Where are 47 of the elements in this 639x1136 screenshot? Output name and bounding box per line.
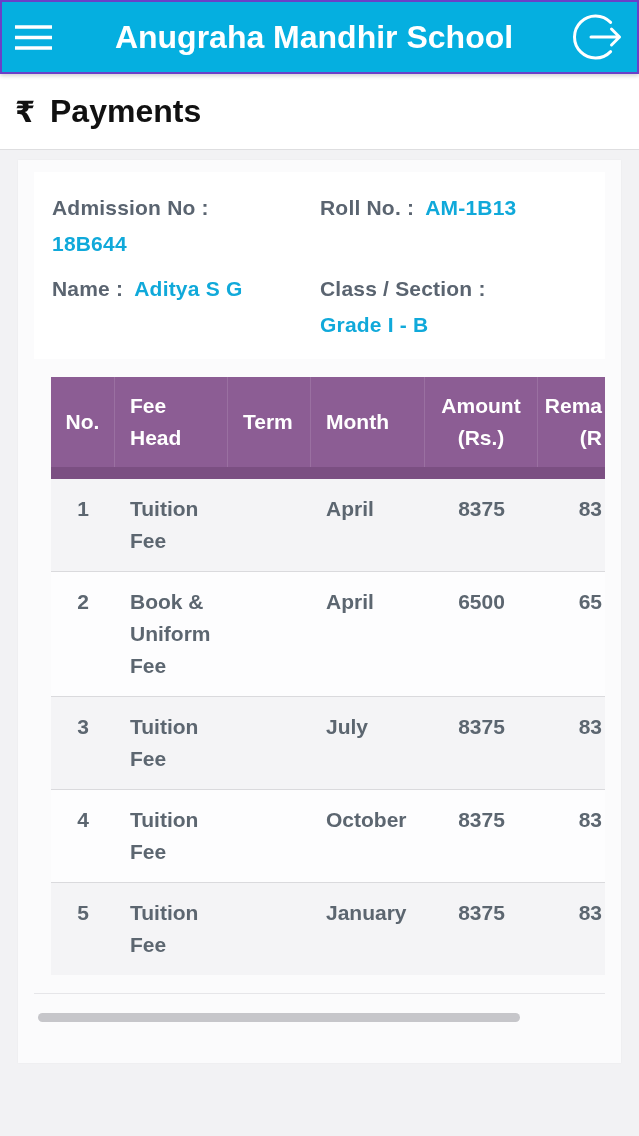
column-header: No. xyxy=(51,377,115,467)
table-cell: Book & Uniform Fee xyxy=(130,590,211,677)
field-label: Roll No. : xyxy=(320,195,415,221)
table-cell: 8375 xyxy=(458,497,505,520)
table-cell: July xyxy=(326,715,369,738)
table-cell: 4 xyxy=(77,808,89,831)
table-cell: October xyxy=(326,808,407,831)
table-cell: 83 xyxy=(578,901,602,924)
column-header: Amount (Rs.) xyxy=(425,377,538,467)
table-cell: Tuition Fee xyxy=(130,901,199,956)
menu-button[interactable] xyxy=(15,24,52,50)
column-header: Term xyxy=(228,377,311,467)
field-label: Admission No : xyxy=(52,195,209,221)
table-cell: 8375 xyxy=(458,715,505,738)
field-value: AM-1B13 xyxy=(425,195,517,221)
menu-icon xyxy=(15,24,52,50)
table-cell: 8375 xyxy=(458,901,505,924)
table-cell: 83 xyxy=(578,715,602,738)
table-cell: January xyxy=(326,901,407,924)
table-cell: April xyxy=(326,497,374,520)
table-cell: April xyxy=(326,590,374,613)
table-cell: 83 xyxy=(578,808,602,831)
scrollbar[interactable] xyxy=(38,1013,520,1022)
column-header: Rema (R xyxy=(543,393,603,451)
table-cell: 8375 xyxy=(458,808,505,831)
column-header: Fee Head xyxy=(115,377,228,467)
field-value: 18B644 xyxy=(52,231,127,257)
app-title: Anugraha Mandhir School xyxy=(114,18,514,56)
table-cell: 3 xyxy=(77,715,89,738)
table-cell: Tuition Fee xyxy=(130,808,199,863)
field-value: Aditya S G xyxy=(134,276,243,302)
table-cell: Tuition Fee xyxy=(130,715,199,770)
field-label: Class / Section : xyxy=(320,276,486,302)
field-value: Grade I - B xyxy=(320,312,429,338)
table-cell: 5 xyxy=(77,901,89,924)
table-cell: 83 xyxy=(578,497,602,520)
currency-symbol: ₹ xyxy=(15,94,37,129)
page-title: Payments xyxy=(50,93,202,130)
field-label: Name : xyxy=(52,276,124,302)
logout-button[interactable] xyxy=(572,14,622,60)
column-header: Month xyxy=(311,377,425,467)
table-cell: 6500 xyxy=(458,590,505,613)
table-cell: 1 xyxy=(77,497,89,520)
logout-icon xyxy=(572,14,622,60)
table-cell: Tuition Fee xyxy=(130,497,199,552)
table-cell: 65 xyxy=(578,590,602,613)
table-cell: 2 xyxy=(77,590,89,613)
